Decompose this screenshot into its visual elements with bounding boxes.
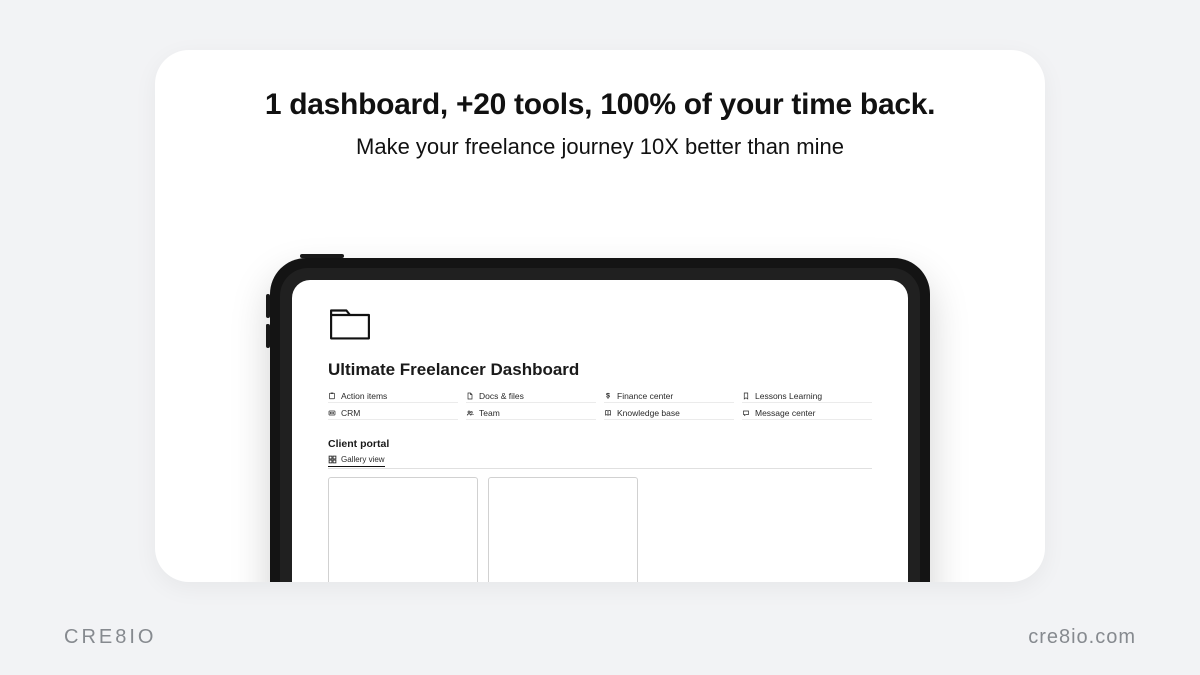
divider: [328, 468, 872, 469]
gallery-icon: [328, 455, 337, 464]
brand-logo-text: CRE8IO: [64, 626, 156, 649]
gallery-row: [328, 477, 872, 583]
bookmark-icon: [742, 392, 750, 400]
link-crm[interactable]: CRM: [328, 407, 458, 420]
link-label: Action items: [341, 391, 387, 401]
section-title: Client portal: [328, 438, 872, 450]
page-title: Ultimate Freelancer Dashboard: [328, 360, 872, 380]
view-tab-label: Gallery view: [341, 455, 385, 464]
link-label: Knowledge base: [617, 408, 680, 418]
tablet-screen: Ultimate Freelancer Dashboard Action ite…: [292, 280, 908, 582]
brand-url: cre8io.com: [1028, 626, 1136, 649]
link-label: Team: [479, 408, 500, 418]
link-docs-files[interactable]: Docs & files: [466, 390, 596, 403]
book-icon: [604, 409, 612, 417]
clipboard-icon: [328, 392, 336, 400]
card-icon: [328, 409, 336, 417]
link-label: Docs & files: [479, 391, 524, 401]
headline: 1 dashboard, +20 tools, 100% of your tim…: [155, 88, 1045, 122]
dashboard-links: Action items Docs & files: [328, 390, 872, 420]
link-label: Finance center: [617, 391, 673, 401]
dollar-icon: [604, 392, 612, 400]
link-finance-center[interactable]: Finance center: [604, 390, 734, 403]
tablet-mockup: Ultimate Freelancer Dashboard Action ite…: [270, 258, 930, 582]
gallery-card[interactable]: [328, 477, 478, 583]
link-message-center[interactable]: Message center: [742, 407, 872, 420]
link-action-items[interactable]: Action items: [328, 390, 458, 403]
promo-card: 1 dashboard, +20 tools, 100% of your tim…: [155, 50, 1045, 582]
file-icon: [466, 392, 474, 400]
link-label: Message center: [755, 408, 815, 418]
subline: Make your freelance journey 10X better t…: [155, 134, 1045, 160]
chat-icon: [742, 409, 750, 417]
link-lessons-learning[interactable]: Lessons Learning: [742, 390, 872, 403]
link-knowledge-base[interactable]: Knowledge base: [604, 407, 734, 420]
link-label: Lessons Learning: [755, 391, 822, 401]
people-icon: [466, 409, 474, 417]
folder-icon: [328, 306, 372, 342]
gallery-card[interactable]: [488, 477, 638, 583]
tab-gallery-view[interactable]: Gallery view: [328, 455, 385, 467]
link-label: CRM: [341, 408, 360, 418]
link-team[interactable]: Team: [466, 407, 596, 420]
